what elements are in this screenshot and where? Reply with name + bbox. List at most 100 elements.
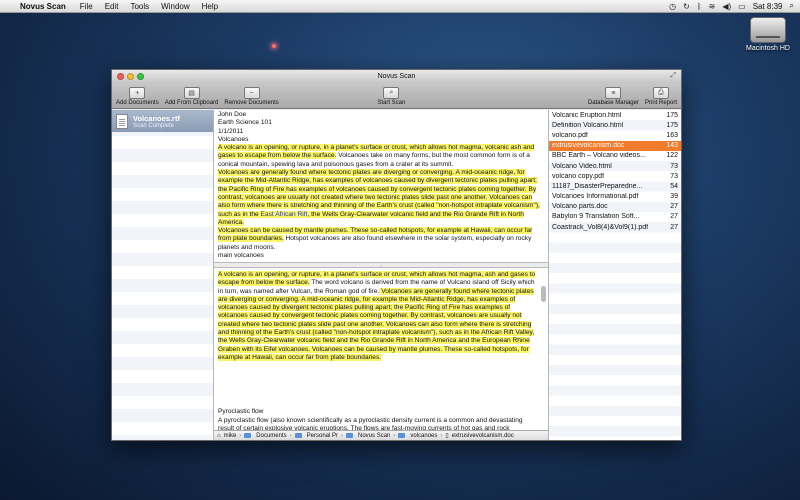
section-heading: Pyroclastic flow	[218, 408, 264, 416]
result-name: Babylon 9 Translation Soft...	[552, 213, 640, 221]
start-scan-label: Start Scan	[377, 100, 406, 106]
result-count: 27	[670, 213, 678, 221]
matched-text-highlight: East African Rift	[260, 210, 308, 218]
path-crumb[interactable]: Novus Scan	[358, 433, 390, 439]
menu-file[interactable]: File	[74, 2, 99, 11]
paragraph: Volcanoes are generally found where tect…	[218, 169, 544, 227]
result-name: Volcanic Eruption.html	[552, 111, 622, 119]
path-crumb[interactable]: volcanoes	[410, 433, 437, 439]
header-line: Volcanoes	[218, 135, 249, 143]
remove-documents-label: Remove Documents	[224, 100, 279, 106]
matched-source-pane[interactable]: A volcano is an opening, or rupture, in …	[214, 268, 548, 430]
result-name: BBC Earth – Volcano videos...	[552, 152, 646, 160]
result-count: 73	[670, 172, 678, 180]
result-row[interactable]: Coastrack_Vol8(4)&Vol9(1).pdf 27	[549, 222, 681, 232]
result-name: Volcano Video.html	[552, 162, 612, 170]
desktop-star	[272, 44, 276, 48]
document-name: Volcanoes.rtf	[133, 113, 180, 123]
result-row[interactable]: volcano copy.pdf 73	[549, 171, 681, 181]
database-manager-button[interactable]: ≡ Database Manager	[588, 87, 639, 106]
folder-icon	[398, 433, 406, 438]
result-row[interactable]: Definition Volcano.html 175	[549, 120, 681, 130]
header-line: John Doe	[218, 111, 247, 118]
result-row[interactable]: Volcanic Eruption.html 175	[549, 110, 681, 120]
result-count: 73	[670, 162, 678, 170]
result-row[interactable]: BBC Earth – Volcano videos... 122	[549, 151, 681, 161]
result-name: extrusivevolcanism.doc	[552, 142, 625, 150]
result-row[interactable]: Volcano parts.doc 27	[549, 202, 681, 212]
add-clipboard-label: Add From Clipboard	[164, 100, 219, 106]
add-documents-label: Add Documents	[116, 100, 159, 106]
result-row[interactable]: extrusivevolcanism.doc 143	[549, 140, 681, 151]
result-name: Volcanoes Informational.pdf	[552, 193, 639, 201]
battery-icon[interactable]: ▭	[738, 2, 746, 11]
home-icon: ⌂	[217, 432, 221, 439]
menu-app-name[interactable]: Novus Scan	[18, 2, 74, 11]
result-name: 11187_DisasterPreparedne...	[552, 182, 643, 190]
rtf-document-icon	[116, 113, 128, 129]
path-crumb[interactable]: mike	[224, 433, 237, 439]
folder-icon	[346, 433, 354, 438]
header-line: 1/1/2011	[218, 127, 244, 135]
status-area: ◷ ↻ ᛒ ≋ ◀) ▭ Sat 8:39 ⌕	[669, 1, 800, 11]
text-comparison-area: John Doe Earth Science 101 1/1/2011 Volc…	[214, 110, 549, 440]
result-count: 163	[666, 131, 678, 139]
remove-documents-button[interactable]: − Remove Documents	[224, 87, 279, 106]
matched-text: Volcanoes are generally found where tect…	[218, 287, 535, 361]
result-row[interactable]: Volcano Video.html 73	[549, 161, 681, 171]
result-count: 27	[670, 203, 678, 211]
document-status: Scan Complete	[133, 122, 175, 129]
result-count: 175	[666, 111, 678, 119]
database-icon: ≡	[605, 87, 622, 99]
folder-icon	[294, 433, 302, 438]
database-manager-label: Database Manager	[587, 100, 639, 106]
result-count: 54	[670, 182, 678, 190]
title-bar[interactable]: Novus Scan ⤢	[112, 70, 681, 82]
paragraph: A volcano is an opening, or rupture, in …	[218, 144, 544, 169]
spotlight-icon[interactable]: ⌕	[790, 1, 794, 11]
result-name: Volcano parts.doc	[552, 203, 608, 211]
menu-window[interactable]: Window	[155, 2, 195, 11]
fullscreen-icon[interactable]: ⤢	[670, 72, 676, 80]
paragraph: A volcano is an opening, or rupture, in …	[218, 271, 536, 362]
start-scan-button[interactable]: ⌕ Start Scan	[377, 87, 405, 106]
result-row[interactable]: volcano.pdf 163	[549, 130, 681, 140]
results-list: Volcanic Eruption.html 175 Definition Volc…	[549, 110, 681, 440]
volume-icon[interactable]: ◀)	[722, 2, 731, 11]
macintosh-hd-drive[interactable]: Macintosh HD	[740, 17, 796, 52]
magnifier-icon: ⌕	[383, 87, 400, 99]
bluetooth-icon[interactable]: ᛒ	[697, 2, 702, 11]
menu-tools[interactable]: Tools	[124, 2, 155, 11]
path-crumb[interactable]: Personal Pr	[307, 433, 338, 439]
clipboard-icon: ▤	[183, 87, 200, 99]
path-crumb[interactable]: Documents	[256, 433, 286, 439]
document-item-selected[interactable]: Volcanoes.rtf Scan Complete	[112, 110, 213, 132]
menu-help[interactable]: Help	[196, 2, 224, 11]
result-row[interactable]: 11187_DisasterPreparedne... 54	[549, 181, 681, 191]
wifi-icon[interactable]: ≋	[709, 2, 716, 11]
remove-document-icon: −	[243, 87, 260, 99]
result-count: 27	[670, 223, 678, 231]
path-crumb[interactable]: extrusivevolcanism.doc	[452, 433, 514, 439]
time-machine-icon[interactable]: ◷	[669, 2, 676, 11]
result-row[interactable]: Volcanoes Informational.pdf 39	[549, 192, 681, 202]
path-bar: ⌂ mike › Documents › Personal Pr › Novus…	[214, 430, 548, 440]
print-report-button[interactable]: ⎙ Print Report	[645, 87, 677, 106]
file-icon: ▯	[445, 433, 449, 439]
sync-icon[interactable]: ↻	[683, 2, 690, 11]
novus-scan-window: Novus Scan ⤢ + Add Documents ▤ Add From …	[111, 69, 682, 441]
printer-icon: ⎙	[652, 87, 669, 99]
menu-edit[interactable]: Edit	[99, 2, 125, 11]
result-name: Definition Volcano.html	[552, 121, 624, 129]
result-count: 122	[666, 152, 678, 160]
document-list: Volcanoes.rtf Scan Complete	[112, 110, 214, 440]
clock[interactable]: Sat 8:39	[753, 2, 783, 11]
source-document-pane[interactable]: John Doe Earth Science 101 1/1/2011 Volc…	[214, 110, 548, 263]
add-from-clipboard-button[interactable]: ▤ Add From Clipboard	[164, 87, 219, 106]
add-documents-button[interactable]: + Add Documents	[116, 87, 159, 106]
result-count: 143	[666, 142, 678, 150]
paragraph: main volcanoes	[218, 252, 264, 260]
result-row[interactable]: Babylon 9 Translation Soft... 27	[549, 212, 681, 222]
result-name: Coastrack_Vol8(4)&Vol9(1).pdf	[552, 223, 649, 231]
vertical-scrollbar[interactable]	[541, 286, 546, 302]
